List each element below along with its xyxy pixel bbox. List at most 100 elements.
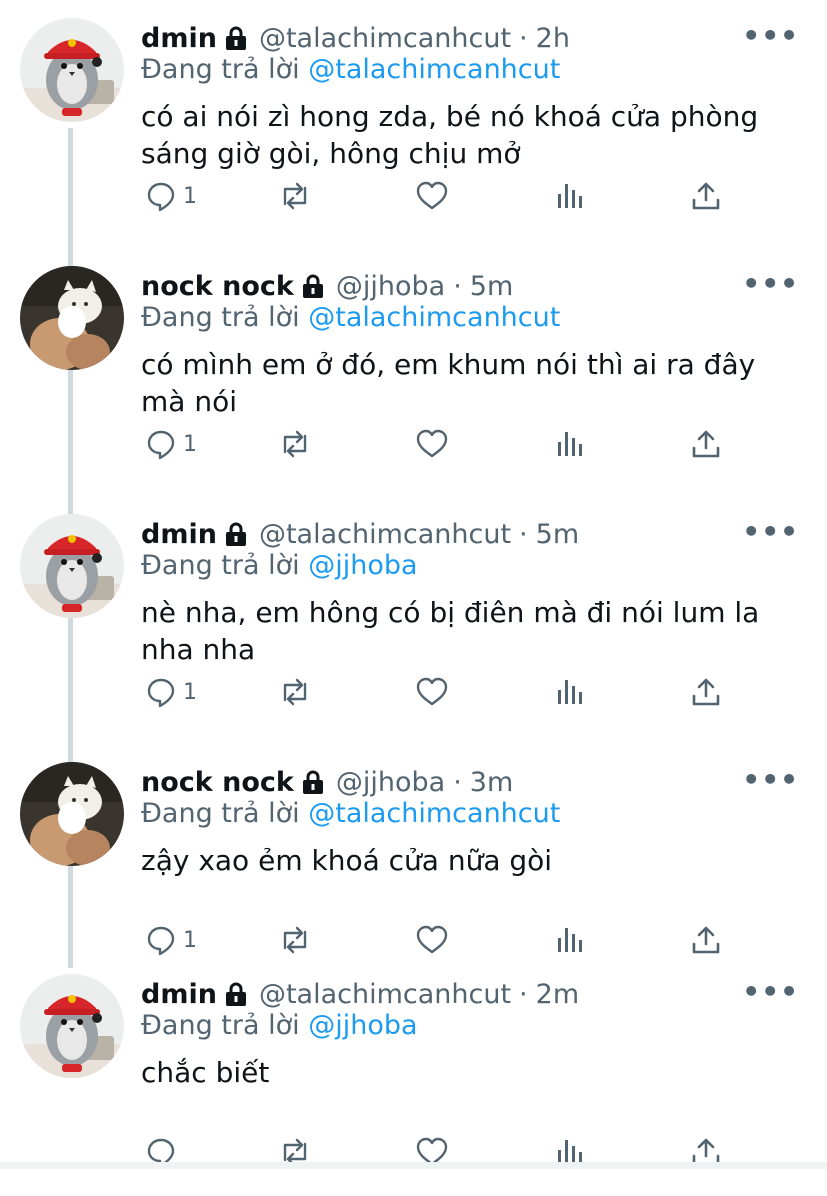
reply-count: 1 — [183, 679, 197, 705]
replying-to-label: Đang trả lời — [141, 302, 300, 333]
user-handle[interactable]: @talachimcanhcut — [259, 979, 511, 1010]
mention-link[interactable]: @talachimcanhcut — [308, 302, 560, 333]
retweet-button[interactable] — [277, 428, 313, 460]
retweet-button[interactable] — [277, 676, 313, 708]
lock-icon — [302, 274, 324, 298]
share-button[interactable] — [691, 180, 721, 212]
mention-link[interactable]: @talachimcanhcut — [308, 798, 560, 829]
penguin-avatar-icon — [20, 974, 124, 1078]
mention-link[interactable]: @jjhoba — [308, 1010, 417, 1041]
separator-dot: · — [519, 518, 528, 550]
tweet-text: zậy xao ẻm khoá cửa nữa gòi — [141, 844, 553, 877]
reply-count: 1 — [183, 927, 197, 953]
like-button[interactable] — [415, 428, 449, 460]
share-button[interactable] — [691, 924, 721, 956]
mention-link[interactable]: @jjhoba — [308, 550, 417, 581]
bottom-divider — [0, 1162, 827, 1169]
separator-dot: · — [519, 22, 528, 54]
reply-count: 1 — [183, 183, 197, 209]
replying-to-label: Đang trả lời — [141, 798, 300, 829]
reply-icon — [145, 428, 177, 460]
replying-to-line: Đang trả lời @jjhoba — [141, 550, 418, 581]
more-options-icon[interactable]: ••• — [742, 518, 799, 546]
timestamp[interactable]: 5m — [470, 271, 513, 302]
reply-button[interactable]: 1 — [145, 180, 197, 212]
heart-icon — [415, 428, 449, 460]
replying-to-line: Đang trả lời @talachimcanhcut — [141, 302, 560, 333]
like-button[interactable] — [415, 924, 449, 956]
reply-button[interactable]: 1 — [145, 676, 197, 708]
views-button[interactable] — [555, 676, 585, 708]
tweet[interactable]: nock nock @jjhoba · 5m ••• Đang trả lời … — [0, 248, 827, 488]
lock-icon — [225, 982, 247, 1006]
heart-icon — [415, 676, 449, 708]
share-icon — [691, 180, 721, 212]
retweet-icon — [277, 676, 313, 708]
more-options-icon[interactable]: ••• — [742, 766, 799, 794]
reply-count: 1 — [183, 431, 197, 457]
views-button[interactable] — [555, 428, 585, 460]
retweet-icon — [277, 428, 313, 460]
avatar[interactable] — [20, 974, 124, 1078]
action-bar: 1 — [141, 676, 741, 716]
user-handle[interactable]: @jjhoba — [336, 271, 445, 302]
timestamp[interactable]: 3m — [470, 767, 513, 798]
retweet-button[interactable] — [277, 180, 313, 212]
share-button[interactable] — [691, 676, 721, 708]
action-bar: 1 — [141, 428, 741, 468]
display-name[interactable]: dmin — [141, 519, 217, 550]
user-handle[interactable]: @talachimcanhcut — [259, 23, 511, 54]
views-button[interactable] — [555, 924, 585, 956]
avatar[interactable] — [20, 18, 124, 122]
views-button[interactable] — [555, 180, 585, 212]
more-options-icon[interactable]: ••• — [742, 22, 799, 50]
tweet[interactable]: dmin @talachimcanhcut · 2h ••• Đang trả … — [0, 0, 827, 240]
tweet[interactable]: dmin @talachimcanhcut · 2m ••• Đang trả … — [0, 956, 827, 1196]
action-bar: 1 — [141, 180, 741, 220]
penguin-avatar-icon — [20, 18, 124, 122]
retweet-icon — [277, 924, 313, 956]
analytics-icon — [555, 180, 585, 212]
reply-icon — [145, 676, 177, 708]
reply-button[interactable]: 1 — [145, 924, 197, 956]
user-handle[interactable]: @talachimcanhcut — [259, 519, 511, 550]
timestamp[interactable]: 2h — [536, 23, 570, 54]
display-name[interactable]: nock nock — [141, 271, 294, 302]
replying-to-line: Đang trả lời @talachimcanhcut — [141, 798, 560, 829]
display-name[interactable]: dmin — [141, 23, 217, 54]
tweet-text: có ai nói zì hong zda, bé nó khoá cửa ph… — [141, 100, 759, 170]
analytics-icon — [555, 428, 585, 460]
heart-icon — [415, 180, 449, 212]
mention-link[interactable]: @talachimcanhcut — [308, 54, 560, 85]
tweet-text: nè nha, em hông có bị điên mà đi nói lum… — [141, 596, 760, 666]
user-handle[interactable]: @jjhoba — [336, 767, 445, 798]
cat-avatar-icon — [20, 762, 124, 866]
display-name[interactable]: nock nock — [141, 767, 294, 798]
timestamp[interactable]: 2m — [536, 979, 579, 1010]
share-icon — [691, 924, 721, 956]
like-button[interactable] — [415, 180, 449, 212]
avatar[interactable] — [20, 266, 124, 370]
avatar[interactable] — [20, 762, 124, 866]
separator-dot: · — [453, 270, 462, 302]
reply-button[interactable]: 1 — [145, 428, 197, 460]
avatar[interactable] — [20, 514, 124, 618]
replying-to-line: Đang trả lời @talachimcanhcut — [141, 54, 560, 85]
share-button[interactable] — [691, 428, 721, 460]
like-button[interactable] — [415, 676, 449, 708]
more-options-icon[interactable]: ••• — [742, 978, 799, 1006]
share-icon — [691, 676, 721, 708]
analytics-icon — [555, 676, 585, 708]
tweet[interactable]: dmin @talachimcanhcut · 5m ••• Đang trả … — [0, 496, 827, 736]
replying-to-label: Đang trả lời — [141, 1010, 300, 1041]
analytics-icon — [555, 924, 585, 956]
more-options-icon[interactable]: ••• — [742, 270, 799, 298]
separator-dot: · — [453, 766, 462, 798]
tweet[interactable]: nock nock @jjhoba · 3m ••• Đang trả lời … — [0, 744, 827, 984]
reply-icon — [145, 180, 177, 212]
display-name[interactable]: dmin — [141, 979, 217, 1010]
retweet-button[interactable] — [277, 924, 313, 956]
timestamp[interactable]: 5m — [536, 519, 579, 550]
lock-icon — [225, 26, 247, 50]
action-bar — [141, 1136, 741, 1176]
